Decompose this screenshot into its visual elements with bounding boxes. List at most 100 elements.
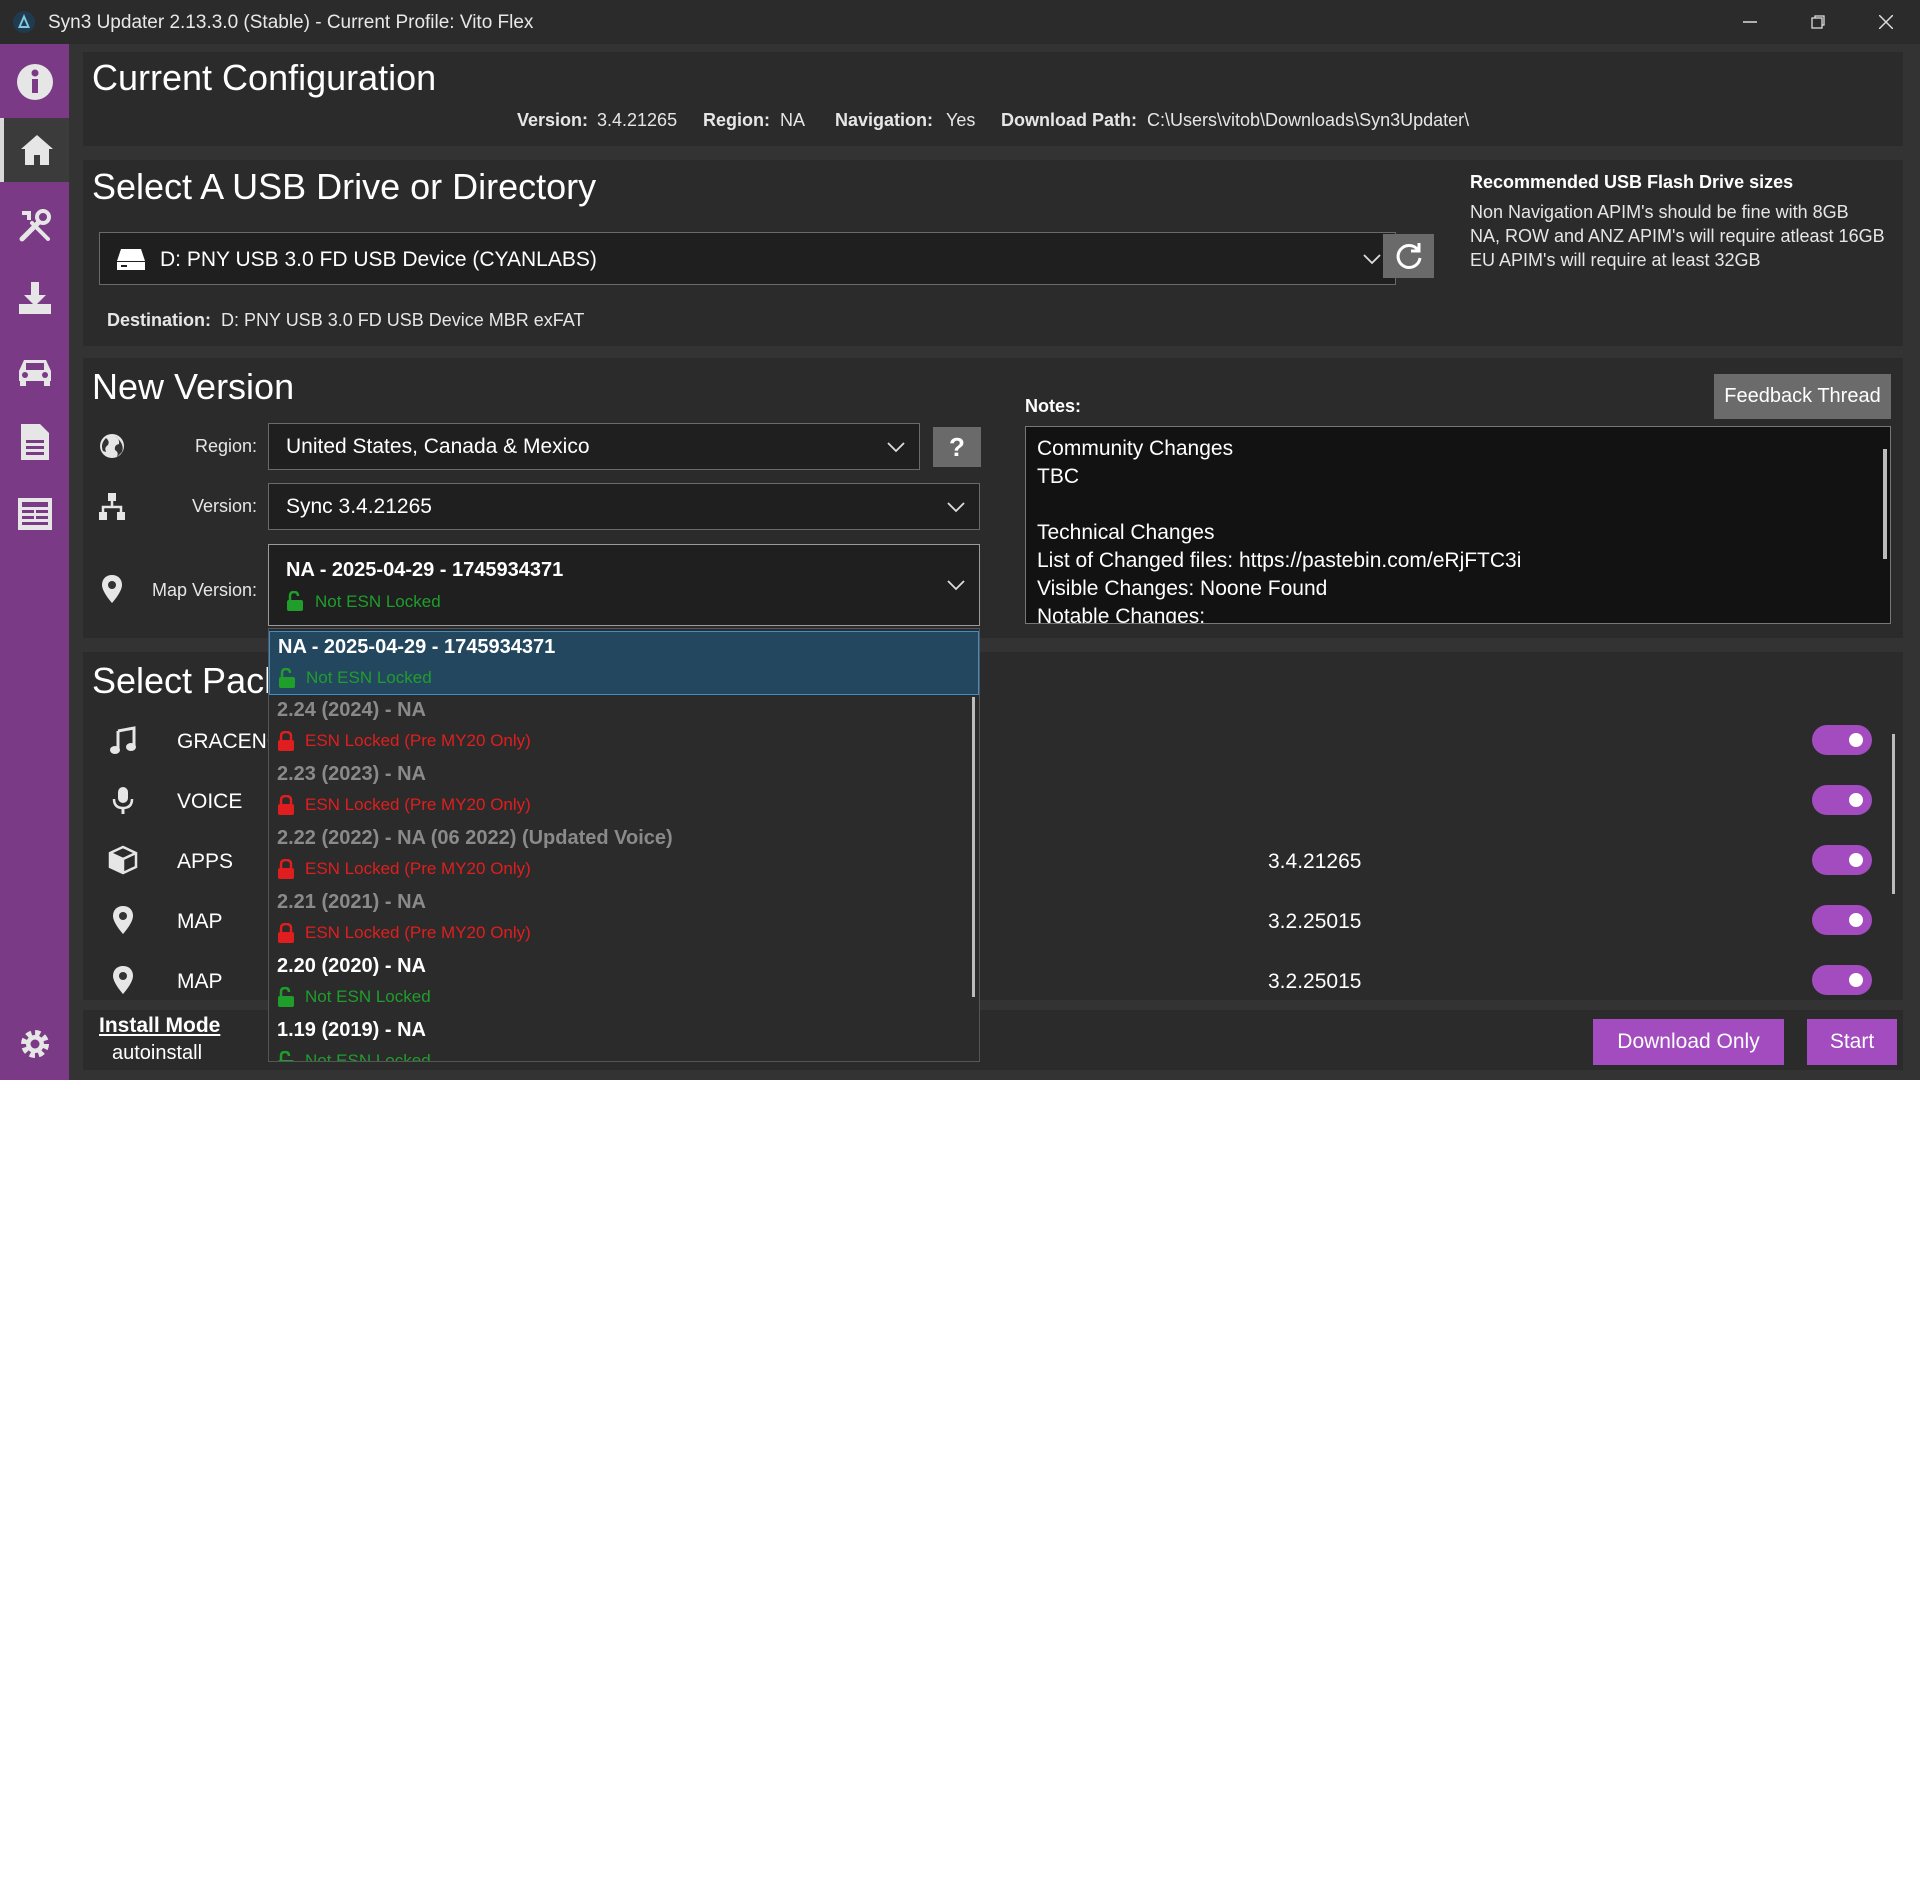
map-version-option[interactable]: 1.19 (2019) - NA Not ESN Locked xyxy=(269,1015,979,1062)
start-button[interactable]: Start xyxy=(1807,1019,1897,1065)
usb-drive-select[interactable]: D: PNY USB 3.0 FD USB Device (CYANLABS) xyxy=(99,232,1396,285)
notes-line: Visible Changes: Noone Found xyxy=(1037,577,1328,600)
current-config-panel: Current Configuration Version: 3.4.21265… xyxy=(83,52,1903,146)
package-version: 3.4.21265 xyxy=(1268,850,1362,873)
option-title: 2.21 (2021) - NA xyxy=(277,891,426,913)
feedback-thread-button[interactable]: Feedback Thread xyxy=(1714,374,1891,419)
restore-button[interactable] xyxy=(1784,0,1852,44)
window-title: Syn3 Updater 2.13.3.0 (Stable) - Current… xyxy=(48,12,534,33)
package-toggle-gracenotes[interactable] xyxy=(1812,725,1872,755)
new-version-heading: New Version xyxy=(92,366,295,407)
map-pin-icon xyxy=(113,906,133,934)
usb-heading: Select A USB Drive or Directory xyxy=(92,166,597,207)
notes-line: TBC xyxy=(1037,465,1079,488)
download-path-value: C:\Users\vitob\Downloads\Syn3Updater\ xyxy=(1147,110,1470,130)
region-select-label: Region: xyxy=(195,436,258,456)
tools-icon xyxy=(19,209,51,242)
region-select[interactable]: United States, Canada & Mexico xyxy=(268,423,920,470)
dropdown-scrollbar[interactable] xyxy=(972,697,975,997)
package-version: 3.2.25015 xyxy=(1268,910,1362,933)
map-version-select[interactable]: NA - 2025-04-29 - 1745934371 Not ESN Loc… xyxy=(268,544,980,626)
map-version-label: Map Version: xyxy=(152,580,258,600)
map-version-option[interactable]: 2.22 (2022) - NA (06 2022) (Updated Voic… xyxy=(269,823,979,887)
info-icon xyxy=(16,64,53,100)
refresh-drives-button[interactable] xyxy=(1383,234,1434,278)
sidebar-item-home[interactable] xyxy=(0,118,69,182)
usb-drive-value: D: PNY USB 3.0 FD USB Device (CYANLABS) xyxy=(160,248,597,271)
lock-icon xyxy=(278,795,294,815)
map-version-option[interactable]: 2.20 (2020) - NA Not ESN Locked xyxy=(269,951,979,1015)
app-logo-icon xyxy=(13,11,35,33)
notes-label: Notes: xyxy=(1025,396,1082,416)
chevron-down-icon xyxy=(1363,254,1381,265)
map-version-option[interactable]: NA - 2025-04-29 - 1745934371 Not ESN Loc… xyxy=(269,631,979,695)
map-version-option[interactable]: 2.23 (2023) - NA ESN Locked (Pre MY20 On… xyxy=(269,759,979,823)
sidebar-item-profiles[interactable] xyxy=(0,338,69,402)
sidebar-item-settings[interactable] xyxy=(0,1012,69,1076)
package-toggle-map[interactable] xyxy=(1812,905,1872,935)
app-window: Syn3 Updater 2.13.3.0 (Stable) - Current… xyxy=(0,0,1920,1080)
map-version-status: Not ESN Locked xyxy=(315,592,441,611)
sidebar-item-downloads[interactable] xyxy=(0,266,69,330)
region-value: NA xyxy=(780,110,806,130)
destination-label: Destination: xyxy=(107,310,212,330)
version-select[interactable]: Sync 3.4.21265 xyxy=(268,483,980,530)
package-toggle-voice[interactable] xyxy=(1812,785,1872,815)
download-only-button[interactable]: Download Only xyxy=(1593,1019,1784,1065)
microphone-icon xyxy=(112,787,134,814)
minimize-button[interactable] xyxy=(1716,0,1784,44)
map-pin-icon xyxy=(102,575,122,603)
map-pin-icon xyxy=(113,966,133,994)
install-mode-link[interactable]: Install Mode xyxy=(99,1014,220,1038)
notes-textarea[interactable]: Community Changes TBC Technical Changes … xyxy=(1025,426,1891,624)
sidebar-item-logs[interactable] xyxy=(0,410,69,474)
current-config-heading: Current Configuration xyxy=(92,57,437,98)
packages-scrollbar[interactable] xyxy=(1892,734,1895,894)
recommend-line: NA, ROW and ANZ APIM's will require atle… xyxy=(1470,226,1885,246)
recommend-title: Recommended USB Flash Drive sizes xyxy=(1470,172,1794,192)
version-value: 3.4.21265 xyxy=(597,110,678,130)
car-icon xyxy=(18,360,51,386)
notes-line: Community Changes xyxy=(1037,437,1234,460)
music-note-icon xyxy=(110,726,136,754)
download-icon xyxy=(18,282,51,314)
option-title: 1.19 (2019) - NA xyxy=(277,1019,426,1041)
map-version-option[interactable]: 2.24 (2024) - NA ESN Locked (Pre MY20 On… xyxy=(269,695,979,759)
option-title: 2.23 (2023) - NA xyxy=(277,763,426,785)
option-status: ESN Locked (Pre MY20 Only) xyxy=(305,859,531,878)
unlock-icon xyxy=(287,591,303,611)
lock-icon xyxy=(278,923,294,943)
unlock-icon xyxy=(278,1051,294,1061)
option-status: Not ESN Locked xyxy=(305,1051,431,1062)
package-toggle-apps[interactable] xyxy=(1812,845,1872,875)
notes-line: Notable Changes: xyxy=(1037,605,1206,624)
version-select-value: Sync 3.4.21265 xyxy=(286,495,432,518)
lock-icon xyxy=(278,859,294,879)
sidebar-item-utility[interactable] xyxy=(0,194,69,258)
option-title: 2.24 (2024) - NA xyxy=(277,699,426,721)
map-version-option[interactable]: 2.21 (2021) - NA ESN Locked (Pre MY20 On… xyxy=(269,887,979,951)
sidebar-item-about[interactable] xyxy=(0,50,69,114)
package-name: MAP xyxy=(177,970,223,993)
newspaper-icon xyxy=(17,498,52,530)
lock-icon xyxy=(278,731,294,751)
close-button[interactable] xyxy=(1852,0,1920,44)
recommend-line: Non Navigation APIM's should be fine wit… xyxy=(1470,202,1849,222)
globe-icon xyxy=(100,434,124,458)
gear-icon xyxy=(20,1030,49,1058)
package-name: VOICE xyxy=(177,790,243,813)
package-toggle-map-2[interactable] xyxy=(1812,965,1872,995)
option-title: 2.20 (2020) - NA xyxy=(277,955,426,977)
navigation-value: Yes xyxy=(946,110,976,130)
sidebar-item-news[interactable] xyxy=(0,482,69,546)
help-button[interactable]: ? xyxy=(933,427,981,467)
version-label: Version: xyxy=(517,110,589,130)
package-version: 3.2.25015 xyxy=(1268,970,1362,993)
option-status: ESN Locked (Pre MY20 Only) xyxy=(305,923,531,942)
option-title: 2.22 (2022) - NA (06 2022) (Updated Voic… xyxy=(277,827,673,849)
recommend-line: EU APIM's will require at least 32GB xyxy=(1470,250,1761,270)
network-icon xyxy=(99,493,125,520)
notes-scrollbar[interactable] xyxy=(1883,449,1887,559)
install-mode-value: autoinstall xyxy=(112,1042,203,1064)
notes-line: Technical Changes xyxy=(1037,521,1215,544)
